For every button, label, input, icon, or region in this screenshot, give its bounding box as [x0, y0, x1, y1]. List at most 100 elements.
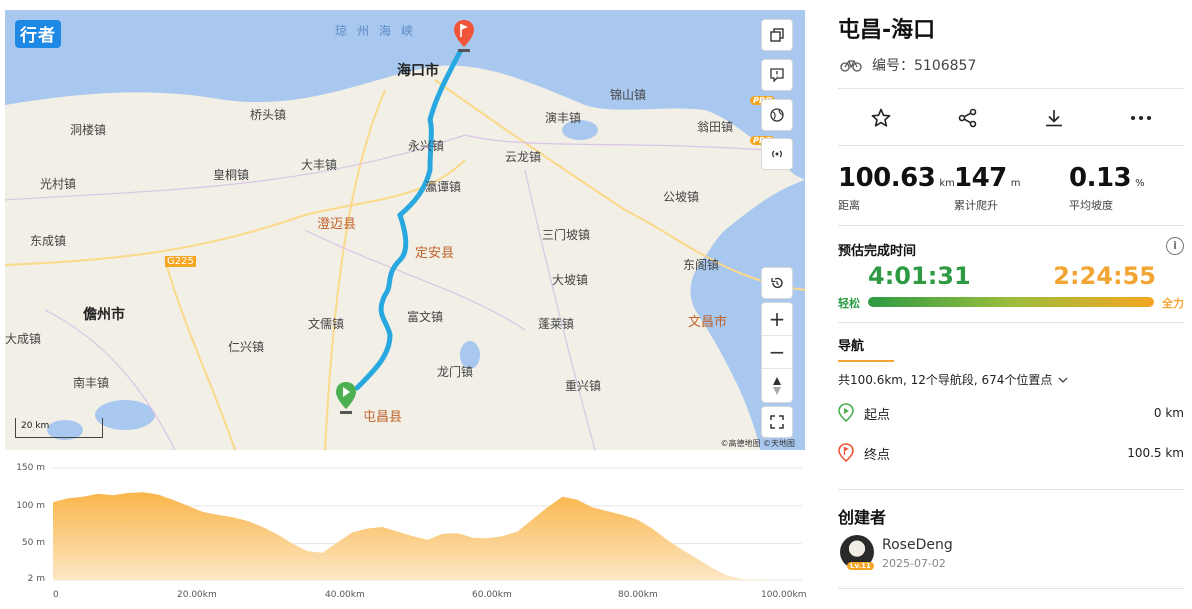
compass-button[interactable]	[762, 369, 792, 402]
waypoint-end[interactable]: 终点 100.5 km	[838, 441, 1184, 465]
download-button[interactable]	[1034, 103, 1074, 133]
x-tick-80: 80.00km	[618, 590, 658, 600]
share-icon	[958, 108, 977, 128]
y-tick-2: 2 m	[27, 574, 45, 584]
stat-climb: 147 m 累计爬升	[954, 163, 1021, 213]
signal-icon	[772, 150, 782, 158]
stat-grade: 0.13% 平均坡度	[1069, 163, 1145, 213]
place-danzhou: 儋州市	[83, 307, 125, 323]
x-tick-40: 40.00km	[325, 590, 365, 600]
download-icon	[1046, 110, 1063, 127]
effort-gradient-bar[interactable]	[868, 297, 1154, 307]
fullscreen-button[interactable]	[761, 406, 793, 438]
waypoint-label: 起点	[864, 407, 891, 423]
elevation-chart[interactable]: 150 m 100 m 50 m 2 m 0 20.00km 40.00km 6…	[5, 458, 807, 605]
waypoint-label: 终点	[864, 447, 891, 463]
divider	[838, 88, 1184, 89]
compass-icon	[773, 376, 781, 395]
xingzhe-logo: 行者	[15, 20, 61, 48]
place-jinshan: 锦山镇	[610, 88, 647, 102]
place-haikou: 海口市	[397, 63, 439, 79]
x-tick-20: 20.00km	[177, 590, 217, 600]
stat-value: 100.63	[838, 163, 936, 193]
x-tick-100: 100.00km	[761, 590, 807, 600]
fullscreen-icon	[770, 415, 784, 429]
route-map[interactable]: 行者 琼州海峡 海口市 澄迈县 定安县 屯昌县 儋州市 文昌市 桥头镇 锦山镇 …	[5, 10, 805, 450]
waypoint-start[interactable]: 起点 0 km	[838, 401, 1184, 425]
start-marker-icon[interactable]	[335, 382, 357, 416]
place-wenchang: 文昌市	[688, 315, 728, 330]
place-wengtian: 翁田镇	[697, 120, 734, 134]
action-bar	[838, 103, 1184, 133]
place-sanmenpo: 三门坡镇	[542, 228, 591, 242]
bicycle-icon	[840, 60, 862, 72]
copy-icon	[770, 28, 784, 42]
history-icon	[771, 277, 783, 289]
y-tick-150: 150 m	[16, 463, 45, 473]
end-marker-icon[interactable]	[453, 20, 475, 54]
y-tick-100: 100 m	[16, 501, 45, 511]
stat-unit: km	[939, 178, 955, 189]
more-button[interactable]	[1121, 103, 1161, 133]
eta-title: 预估完成时间	[838, 244, 917, 259]
track-overlay-button[interactable]	[761, 138, 793, 170]
info-icon[interactable]: i	[1166, 237, 1184, 255]
x-tick-0: 0	[53, 590, 59, 600]
level-badge: Lv.11	[847, 562, 874, 570]
y-tick-50: 50 m	[21, 538, 45, 548]
copy-route-button[interactable]	[761, 19, 793, 51]
route-detail-panel: 屯昌-海口 编号：5106857 100.63 km 距离 147 m 累计爬升 0…	[838, 0, 1186, 605]
share-button[interactable]	[948, 103, 988, 133]
creator-title: 创建者	[838, 508, 887, 527]
divider	[838, 322, 1184, 323]
place-gongpo: 公坡镇	[663, 190, 700, 204]
place-yanfeng: 演丰镇	[545, 111, 582, 125]
divider	[838, 489, 1184, 490]
navigation-summary: 共100.6km, 12个导航段, 674个位置点	[838, 373, 1053, 387]
place-donggao: 东阁镇	[683, 258, 720, 272]
stat-unit: %	[1135, 178, 1145, 189]
star-icon	[871, 108, 891, 127]
stat-label: 平均坡度	[1069, 199, 1113, 212]
place-chongxing: 重兴镇	[565, 379, 602, 393]
place-tunchang: 屯昌县	[363, 410, 403, 425]
reset-view-button[interactable]	[761, 267, 793, 299]
eta-full-label: 全力	[1162, 297, 1184, 310]
route-title: 屯昌-海口	[838, 18, 936, 43]
zoom-out-button[interactable]: −	[762, 336, 792, 369]
place-wenru: 文儒镇	[308, 317, 345, 331]
favorite-button[interactable]	[861, 103, 901, 133]
start-pin-icon	[838, 403, 854, 423]
feedback-button[interactable]	[761, 59, 793, 91]
place-dafeng: 大丰镇	[301, 158, 338, 172]
stat-label: 累计爬升	[954, 199, 998, 212]
place-yunlong: 云龙镇	[505, 150, 542, 164]
map-copyright: ©高德地图 ©天地图	[720, 439, 795, 448]
eta-easy-label: 轻松	[838, 297, 860, 310]
place-nanfeng: 南丰镇	[73, 376, 110, 390]
waypoint-distance: 100.5 km	[1127, 446, 1184, 460]
place-dacheng: 大成镇	[5, 332, 42, 346]
place-dongying: 洞楼镇	[70, 123, 107, 137]
globe-icon	[770, 108, 784, 122]
creator-name[interactable]: RoseDeng	[882, 537, 953, 553]
map-style-button[interactable]	[761, 99, 793, 131]
divider	[838, 145, 1184, 146]
avatar[interactable]: Lv.11	[840, 535, 874, 570]
place-dapo: 大坡镇	[552, 273, 589, 287]
eta-full-time: 2:24:55	[1053, 262, 1156, 290]
chevron-down-icon	[1058, 377, 1068, 383]
place-huangtong: 皇桐镇	[213, 168, 250, 182]
zoom-in-button[interactable]: +	[762, 303, 792, 336]
tab-navigation[interactable]: 导航	[838, 335, 864, 354]
feedback-icon	[770, 68, 784, 82]
divider	[838, 225, 1184, 226]
end-pin-icon	[838, 443, 854, 463]
place-dingan: 定安县	[415, 246, 455, 261]
strait-label: 琼州海峡	[335, 24, 424, 38]
x-tick-60: 60.00km	[472, 590, 512, 600]
stat-label: 距离	[838, 199, 860, 212]
place-fuwen: 富文镇	[407, 310, 444, 324]
navigation-summary-toggle[interactable]: 共100.6km, 12个导航段, 674个位置点	[838, 371, 1068, 388]
tab-underline	[838, 360, 894, 362]
